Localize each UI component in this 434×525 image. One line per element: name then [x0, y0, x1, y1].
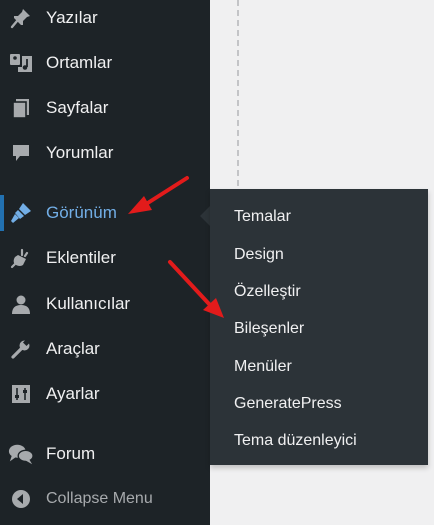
- sidebar-item-label: Forum: [46, 444, 96, 463]
- media-icon: [8, 51, 34, 75]
- sidebar-item-users[interactable]: Kullanıcılar: [0, 284, 210, 324]
- sidebar-item-label: Araçlar: [46, 339, 100, 358]
- pin-icon: [8, 6, 34, 30]
- pages-icon: [8, 96, 34, 120]
- sidebar-item-tools[interactable]: Araçlar: [0, 329, 210, 369]
- submenu-item-menus[interactable]: Menüler: [234, 355, 292, 379]
- tools-wrench-icon: [8, 337, 34, 361]
- admin-sidebar: Yazılar Ortamlar Sayfalar Yorumlar Görün…: [0, 0, 210, 525]
- comment-icon: [8, 141, 34, 165]
- flyout-pointer: [200, 206, 210, 226]
- sidebar-item-media[interactable]: Ortamlar: [0, 43, 210, 83]
- collapse-menu-label: Collapse Menu: [46, 490, 153, 507]
- sidebar-item-label: Ortamlar: [46, 53, 113, 72]
- appearance-submenu-flyout: Temalar Design Özelleştir Bileşenler Men…: [210, 189, 428, 465]
- submenu-item-theme-editor[interactable]: Tema düzenleyici: [234, 429, 357, 453]
- sidebar-item-plugins[interactable]: Eklentiler: [0, 238, 210, 278]
- forum-bubbles-icon: [8, 442, 34, 466]
- dashed-divider: [237, 0, 239, 186]
- sidebar-item-label: Kullanıcılar: [46, 294, 131, 313]
- submenu-item-customize[interactable]: Özelleştir: [234, 280, 301, 304]
- sidebar-item-label: Eklentiler: [46, 248, 116, 267]
- sidebar-item-settings[interactable]: Ayarlar: [0, 374, 210, 414]
- sidebar-item-label: Ayarlar: [46, 384, 100, 403]
- collapse-arrow-icon: [8, 487, 34, 511]
- settings-sliders-icon: [8, 382, 34, 406]
- appearance-brush-icon: [8, 201, 34, 225]
- sidebar-item-comments[interactable]: Yorumlar: [0, 133, 210, 173]
- sidebar-item-pages[interactable]: Sayfalar: [0, 88, 210, 128]
- submenu-item-themes[interactable]: Temalar: [234, 205, 291, 229]
- sidebar-item-label: Yazılar: [46, 8, 98, 27]
- sidebar-item-label: Görünüm: [46, 203, 117, 222]
- submenu-item-widgets[interactable]: Bileşenler: [234, 317, 304, 341]
- submenu-item-generatepress[interactable]: GeneratePress: [234, 392, 342, 416]
- collapse-menu-button[interactable]: Collapse Menu: [0, 479, 210, 519]
- sidebar-item-label: Sayfalar: [46, 98, 109, 117]
- users-icon: [8, 292, 34, 316]
- sidebar-item-appearance[interactable]: Görünüm: [0, 193, 210, 233]
- sidebar-item-posts[interactable]: Yazılar: [0, 0, 210, 38]
- plugins-icon: [8, 246, 34, 270]
- sidebar-item-label: Yorumlar: [46, 143, 114, 162]
- sidebar-item-forum[interactable]: Forum: [0, 434, 210, 474]
- submenu-item-design[interactable]: Design: [234, 243, 284, 267]
